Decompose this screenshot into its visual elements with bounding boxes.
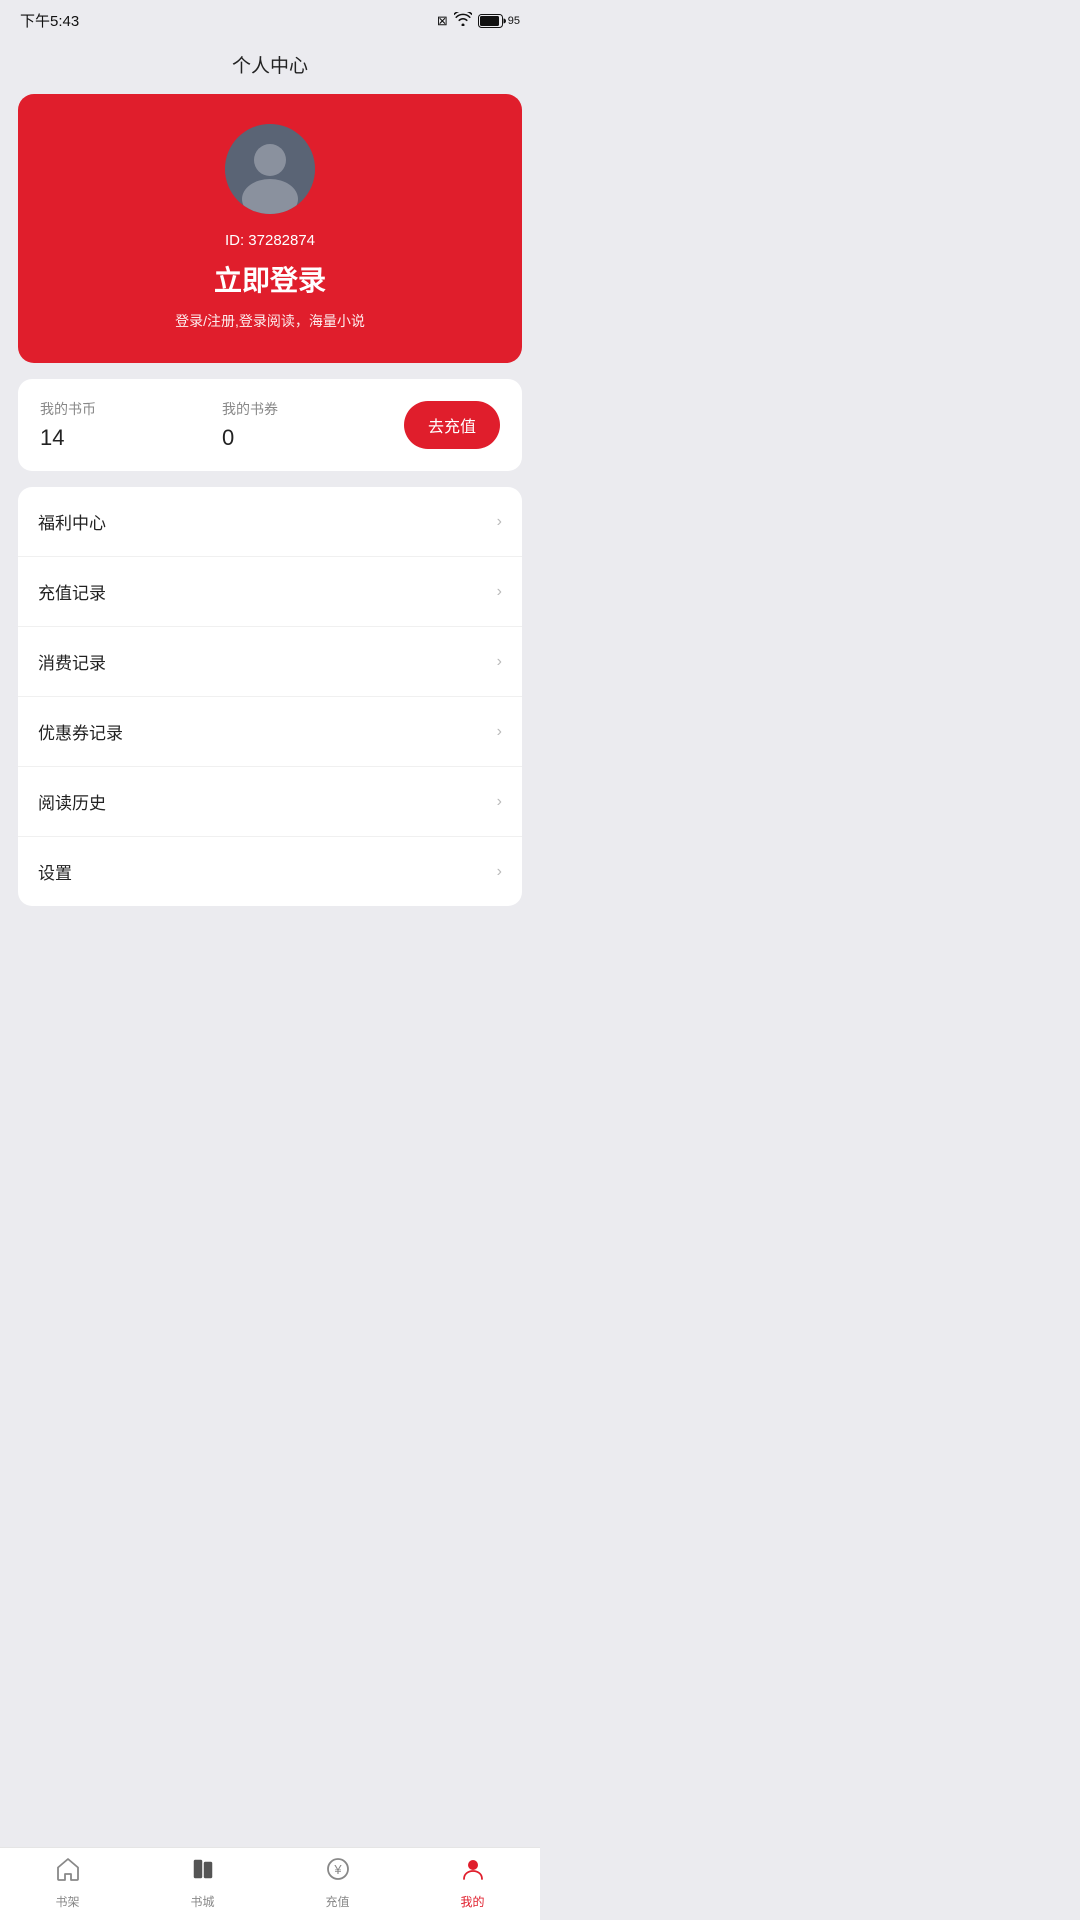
login-button[interactable]: 立即登录	[214, 259, 326, 299]
menu-item-label: 阅读历史	[38, 789, 106, 814]
menu-item[interactable]: 消费记录 ›	[18, 627, 522, 697]
mine-icon	[460, 1856, 486, 1889]
nav-bookshelf[interactable]: 书架	[0, 1856, 135, 1910]
nav-bookstore-label: 书城	[190, 1893, 214, 1910]
book-voucher-value: 0	[222, 425, 404, 451]
battery-icon: 95	[478, 14, 520, 28]
chevron-right-icon: ›	[497, 793, 502, 811]
menu-item[interactable]: 充值记录 ›	[18, 557, 522, 627]
status-bar: 下午5:43 ⊠ 95	[0, 0, 540, 37]
wifi-icon	[454, 12, 472, 29]
profile-card[interactable]: ID: 37282874 立即登录 登录/注册,登录阅读，海量小说	[18, 94, 522, 363]
home-icon	[55, 1856, 81, 1889]
nav-mine-label: 我的	[460, 1893, 484, 1910]
chevron-right-icon: ›	[497, 583, 502, 601]
profile-description: 登录/注册,登录阅读，海量小说	[175, 311, 365, 331]
page-title: 个人中心	[0, 37, 540, 94]
menu-item[interactable]: 福利中心 ›	[18, 487, 522, 557]
chevron-right-icon: ›	[497, 513, 502, 531]
nav-mine[interactable]: 我的	[405, 1856, 540, 1910]
status-time: 下午5:43	[20, 10, 79, 31]
book-coin-value: 14	[40, 425, 222, 451]
menu-item-label: 设置	[38, 859, 72, 884]
recharge-button[interactable]: 去充值	[404, 401, 500, 449]
chevron-right-icon: ›	[497, 863, 502, 881]
menu-item-label: 福利中心	[38, 509, 106, 534]
nav-bookstore[interactable]: 书城	[135, 1856, 270, 1910]
nav-bookshelf-label: 书架	[55, 1893, 79, 1910]
nav-recharge-label: 充值	[325, 1893, 349, 1910]
recharge-icon: ¥	[325, 1856, 351, 1889]
menu-item-label: 充值记录	[38, 579, 106, 604]
wallet-book-voucher: 我的书券 0	[222, 399, 404, 451]
status-icons: ⊠ 95	[437, 12, 520, 29]
menu-item[interactable]: 优惠券记录 ›	[18, 697, 522, 767]
signal-icon: ⊠	[437, 13, 448, 29]
menu-card: 福利中心 › 充值记录 › 消费记录 › 优惠券记录 › 阅读历史 › 设置 ›	[18, 487, 522, 906]
book-coin-label: 我的书币	[40, 399, 222, 419]
profile-user-id: ID: 37282874	[225, 232, 315, 249]
wallet-book-coin: 我的书币 14	[40, 399, 222, 451]
book-voucher-label: 我的书券	[222, 399, 404, 419]
chevron-right-icon: ›	[497, 723, 502, 741]
bookstore-icon	[190, 1856, 216, 1889]
menu-item[interactable]: 阅读历史 ›	[18, 767, 522, 837]
chevron-right-icon: ›	[497, 653, 502, 671]
svg-text:¥: ¥	[333, 1862, 342, 1877]
menu-item-label: 消费记录	[38, 649, 106, 674]
wallet-card: 我的书币 14 我的书券 0 去充值	[18, 379, 522, 471]
avatar	[225, 124, 315, 214]
menu-item-label: 优惠券记录	[38, 719, 123, 744]
menu-item[interactable]: 设置 ›	[18, 837, 522, 906]
nav-recharge[interactable]: ¥ 充值	[270, 1856, 405, 1910]
bottom-nav: 书架 书城 ¥ 充值 我的	[0, 1847, 540, 1920]
